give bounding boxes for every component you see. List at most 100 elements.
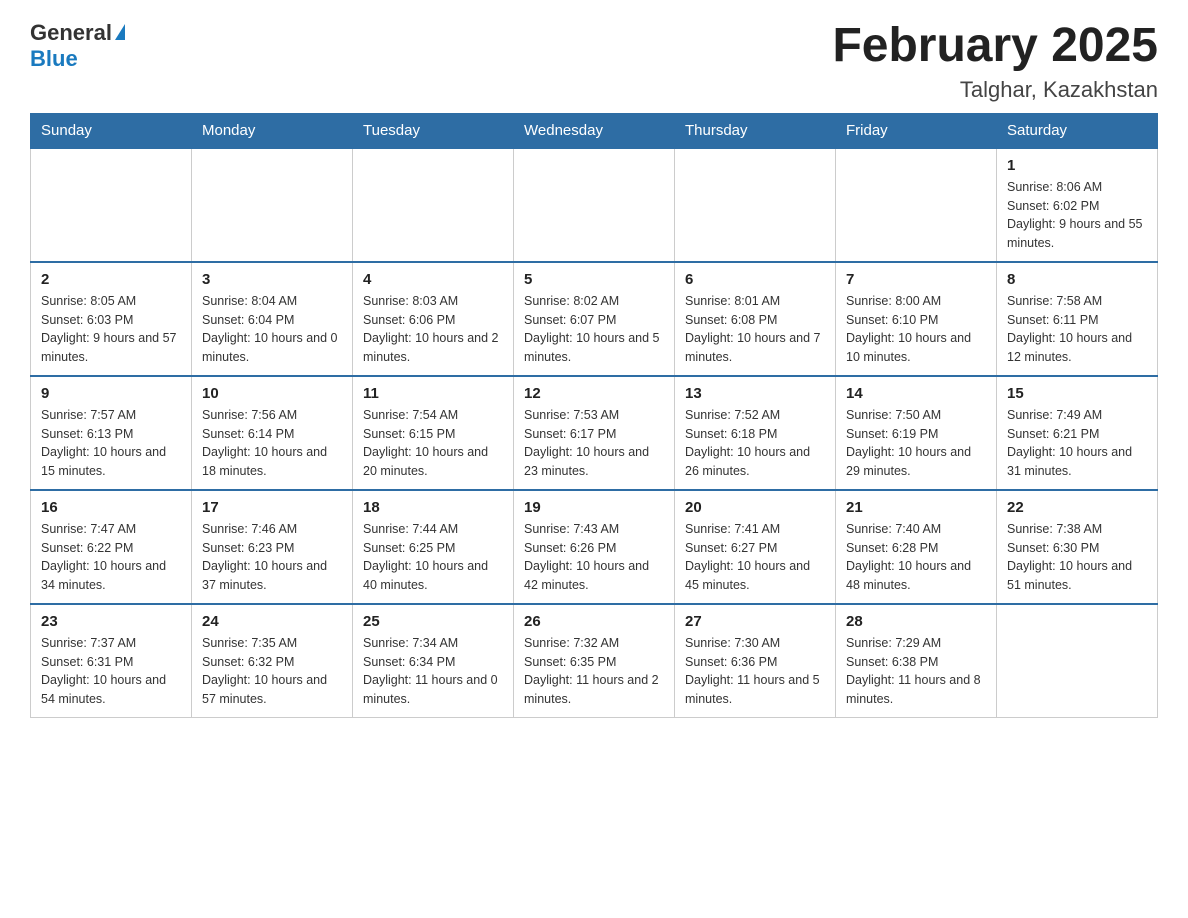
calendar-day-cell [353,148,514,262]
day-info: Sunrise: 7:49 AMSunset: 6:21 PMDaylight:… [1007,406,1147,481]
day-of-week-header: Saturday [997,113,1158,148]
calendar-header-row: SundayMondayTuesdayWednesdayThursdayFrid… [31,113,1158,148]
day-number: 21 [846,499,986,516]
calendar-day-cell: 1 Sunrise: 8:06 AMSunset: 6:02 PMDaylight… [997,148,1158,262]
day-info: Sunrise: 7:44 AMSunset: 6:25 PMDaylight:… [363,520,503,595]
day-info: Sunrise: 7:43 AMSunset: 6:26 PMDaylight:… [524,520,664,595]
day-info: Sunrise: 7:37 AMSunset: 6:31 PMDaylight:… [41,634,181,709]
day-info: Sunrise: 7:52 AMSunset: 6:18 PMDaylight:… [685,406,825,481]
calendar-day-cell: 4 Sunrise: 8:03 AMSunset: 6:06 PMDaylight… [353,262,514,376]
day-number: 9 [41,385,181,402]
calendar-day-cell: 20Sunrise: 7:41 AMSunset: 6:27 PMDayligh… [675,490,836,604]
day-info: Sunrise: 7:50 AMSunset: 6:19 PMDaylight:… [846,406,986,481]
day-number: 24 [202,613,342,630]
day-number: 12 [524,385,664,402]
day-number: 25 [363,613,503,630]
day-number: 10 [202,385,342,402]
calendar-day-cell: 14 Sunrise: 7:50 AMSunset: 6:19 PMDayligh… [836,376,997,490]
calendar-day-cell: 22 Sunrise: 7:38 AMSunset: 6:30 PMDayligh… [997,490,1158,604]
calendar-day-cell: 2 Sunrise: 8:05 AMSunset: 6:03 PMDaylight… [31,262,192,376]
day-info: Sunrise: 7:47 AMSunset: 6:22 PMDaylight:… [41,520,181,595]
calendar-week-row: 1 Sunrise: 8:06 AMSunset: 6:02 PMDaylight… [31,148,1158,262]
calendar-day-cell: 23 Sunrise: 7:37 AMSunset: 6:31 PMDayligh… [31,604,192,718]
day-info: Sunrise: 7:40 AMSunset: 6:28 PMDaylight:… [846,520,986,595]
day-info: Sunrise: 7:41 AMSunset: 6:27 PMDaylight:… [685,520,825,595]
day-number: 23 [41,613,181,630]
day-info: Sunrise: 7:56 AMSunset: 6:14 PMDaylight:… [202,406,342,481]
day-info: Sunrise: 8:00 AMSunset: 6:10 PMDaylight:… [846,292,986,367]
day-info: Sunrise: 8:02 AMSunset: 6:07 PMDaylight:… [524,292,664,367]
day-number: 13 [685,385,825,402]
calendar-day-cell: 11 Sunrise: 7:54 AMSunset: 6:15 PMDayligh… [353,376,514,490]
calendar-day-cell: 17 Sunrise: 7:46 AMSunset: 6:23 PMDayligh… [192,490,353,604]
calendar-day-cell: 25 Sunrise: 7:34 AMSunset: 6:34 PMDayligh… [353,604,514,718]
logo: General Blue [30,20,125,72]
day-number: 14 [846,385,986,402]
calendar-day-cell: 13 Sunrise: 7:52 AMSunset: 6:18 PMDayligh… [675,376,836,490]
calendar-table: SundayMondayTuesdayWednesdayThursdayFrid… [30,113,1158,718]
day-info: Sunrise: 7:54 AMSunset: 6:15 PMDaylight:… [363,406,503,481]
calendar-week-row: 23 Sunrise: 7:37 AMSunset: 6:31 PMDayligh… [31,604,1158,718]
day-number: 4 [363,271,503,288]
calendar-day-cell: 8 Sunrise: 7:58 AMSunset: 6:11 PMDaylight… [997,262,1158,376]
day-of-week-header: Sunday [31,113,192,148]
logo-general-text: General [30,20,112,46]
day-number: 5 [524,271,664,288]
day-number: 3 [202,271,342,288]
day-of-week-header: Tuesday [353,113,514,148]
day-info: Sunrise: 8:04 AMSunset: 6:04 PMDaylight:… [202,292,342,367]
logo-triangle-icon [115,24,125,40]
day-number: 22 [1007,499,1147,516]
calendar-day-cell: 27Sunrise: 7:30 AMSunset: 6:36 PMDayligh… [675,604,836,718]
day-number: 28 [846,613,986,630]
day-info: Sunrise: 7:38 AMSunset: 6:30 PMDaylight:… [1007,520,1147,595]
day-info: Sunrise: 8:05 AMSunset: 6:03 PMDaylight:… [41,292,181,367]
day-number: 11 [363,385,503,402]
day-of-week-header: Monday [192,113,353,148]
calendar-day-cell: 15Sunrise: 7:49 AMSunset: 6:21 PMDayligh… [997,376,1158,490]
day-number: 7 [846,271,986,288]
day-info: Sunrise: 7:58 AMSunset: 6:11 PMDaylight:… [1007,292,1147,367]
day-info: Sunrise: 8:03 AMSunset: 6:06 PMDaylight:… [363,292,503,367]
day-number: 2 [41,271,181,288]
day-info: Sunrise: 7:57 AMSunset: 6:13 PMDaylight:… [41,406,181,481]
calendar-week-row: 16 Sunrise: 7:47 AMSunset: 6:22 PMDayligh… [31,490,1158,604]
day-info: Sunrise: 7:34 AMSunset: 6:34 PMDaylight:… [363,634,503,709]
day-number: 17 [202,499,342,516]
calendar-day-cell: 24 Sunrise: 7:35 AMSunset: 6:32 PMDayligh… [192,604,353,718]
day-number: 18 [363,499,503,516]
day-number: 8 [1007,271,1147,288]
day-of-week-header: Wednesday [514,113,675,148]
day-info: Sunrise: 7:29 AMSunset: 6:38 PMDaylight:… [846,634,986,709]
day-info: Sunrise: 7:46 AMSunset: 6:23 PMDaylight:… [202,520,342,595]
day-number: 6 [685,271,825,288]
calendar-day-cell: 18 Sunrise: 7:44 AMSunset: 6:25 PMDayligh… [353,490,514,604]
day-number: 16 [41,499,181,516]
calendar-day-cell: 21 Sunrise: 7:40 AMSunset: 6:28 PMDayligh… [836,490,997,604]
calendar-day-cell [836,148,997,262]
day-info: Sunrise: 7:32 AMSunset: 6:35 PMDaylight:… [524,634,664,709]
day-info: Sunrise: 7:35 AMSunset: 6:32 PMDaylight:… [202,634,342,709]
day-of-week-header: Thursday [675,113,836,148]
calendar-day-cell: 10 Sunrise: 7:56 AMSunset: 6:14 PMDayligh… [192,376,353,490]
calendar-day-cell: 6 Sunrise: 8:01 AMSunset: 6:08 PMDaylight… [675,262,836,376]
day-info: Sunrise: 8:06 AMSunset: 6:02 PMDaylight:… [1007,178,1147,253]
calendar-day-cell: 16 Sunrise: 7:47 AMSunset: 6:22 PMDayligh… [31,490,192,604]
month-title: February 2025 [832,20,1158,73]
day-info: Sunrise: 7:30 AMSunset: 6:36 PMDaylight:… [685,634,825,709]
page-header: General Blue February 2025 Talghar, Kaza… [30,20,1158,103]
calendar-day-cell: 7 Sunrise: 8:00 AMSunset: 6:10 PMDaylight… [836,262,997,376]
day-number: 19 [524,499,664,516]
calendar-day-cell [675,148,836,262]
calendar-day-cell: 28 Sunrise: 7:29 AMSunset: 6:38 PMDayligh… [836,604,997,718]
day-number: 26 [524,613,664,630]
day-number: 1 [1007,157,1147,174]
calendar-day-cell: 3 Sunrise: 8:04 AMSunset: 6:04 PMDaylight… [192,262,353,376]
logo-blue-text: Blue [30,46,78,71]
calendar-day-cell: 5 Sunrise: 8:02 AMSunset: 6:07 PMDaylight… [514,262,675,376]
location-label: Talghar, Kazakhstan [832,77,1158,103]
calendar-day-cell [192,148,353,262]
day-info: Sunrise: 8:01 AMSunset: 6:08 PMDaylight:… [685,292,825,367]
title-area: February 2025 Talghar, Kazakhstan [832,20,1158,103]
calendar-day-cell: 26 Sunrise: 7:32 AMSunset: 6:35 PMDayligh… [514,604,675,718]
